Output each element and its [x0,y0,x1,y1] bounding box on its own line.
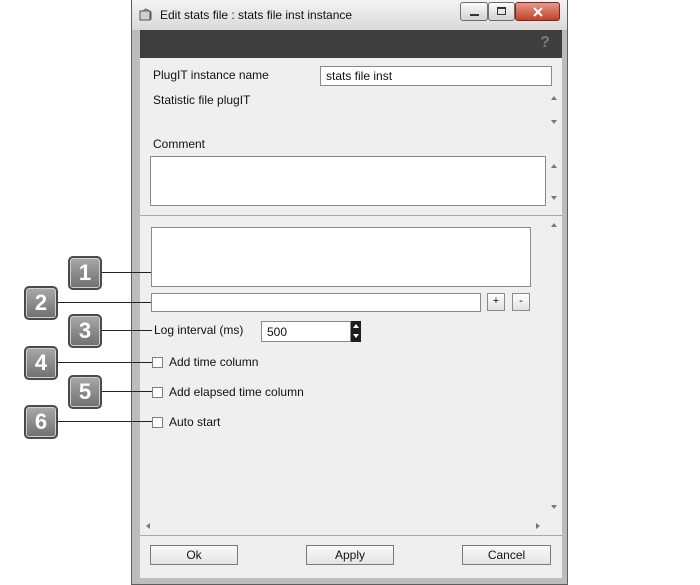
callout-badge-5: 5 [68,375,102,409]
log-interval-spinner[interactable] [351,321,361,342]
stats-list-box[interactable] [151,227,531,287]
scroll-down-icon[interactable] [551,505,557,509]
auto-start-label: Auto start [169,415,221,429]
callout-badge-6: 6 [24,405,58,439]
close-button[interactable] [515,2,560,21]
callout-leader-3 [102,330,152,331]
maximize-button[interactable] [488,2,515,21]
instance-name-label: PlugIT instance name [153,68,269,82]
add-elapsed-time-column-label: Add elapsed time column [169,385,304,399]
add-elapsed-time-column-checkbox[interactable] [152,387,163,398]
close-icon [533,7,543,17]
add-entry-button[interactable]: + [487,293,505,311]
comment-label: Comment [153,137,206,151]
cancel-button[interactable]: Cancel [462,545,551,565]
log-interval-value: 500 [267,325,288,339]
scroll-down-icon[interactable] [551,120,557,124]
callout-leader-2 [58,302,151,303]
spinner-up-icon[interactable] [353,324,359,328]
dialog-body [140,58,562,578]
ok-button[interactable]: Ok [150,545,238,565]
callout-badge-1: 1 [68,256,102,290]
help-icon[interactable]: ? [537,34,553,52]
log-interval-field[interactable]: 500 [261,321,351,342]
section-divider [140,215,562,216]
scroll-down-icon[interactable] [551,196,557,200]
config-horizontal-scrollbar[interactable] [140,520,548,532]
callout-leader-6 [58,421,152,422]
instance-name-field[interactable]: stats file inst [320,66,552,86]
scroll-up-icon[interactable] [551,223,557,227]
add-time-column-label: Add time column [169,355,259,369]
add-time-column-checkbox[interactable] [152,357,163,368]
scroll-up-icon[interactable] [551,164,557,168]
app-icon [139,8,153,22]
description-text: Statistic file plugIT [153,93,251,107]
maximize-icon [497,7,506,15]
callout-leader-5 [102,391,152,392]
spinner-down-icon[interactable] [353,334,359,338]
callout-leader-4 [58,362,152,363]
log-interval-label: Log interval (ms) [154,323,244,337]
callout-badge-4: 4 [24,346,58,380]
callout-badge-3: 3 [68,314,102,348]
minimize-icon [470,14,479,16]
scroll-right-icon[interactable] [536,523,540,529]
callout-leader-1 [102,272,151,273]
footer-divider [140,535,562,536]
stat-entry-field[interactable] [151,293,481,312]
comment-scrollbar[interactable] [548,156,560,206]
comment-textarea[interactable] [150,156,546,206]
minimize-button[interactable] [460,2,488,21]
config-vertical-scrollbar[interactable] [548,218,560,518]
scroll-up-icon[interactable] [551,96,557,100]
remove-entry-button[interactable]: - [512,293,530,311]
toolbar-header [140,30,562,58]
apply-button[interactable]: Apply [306,545,394,565]
window-title: Edit stats file : stats file inst instan… [160,8,353,22]
description-scrollbar[interactable] [548,90,560,130]
instance-name-value: stats file inst [326,69,393,83]
auto-start-checkbox[interactable] [152,417,163,428]
callout-badge-2: 2 [24,286,58,320]
scroll-left-icon[interactable] [146,523,150,529]
